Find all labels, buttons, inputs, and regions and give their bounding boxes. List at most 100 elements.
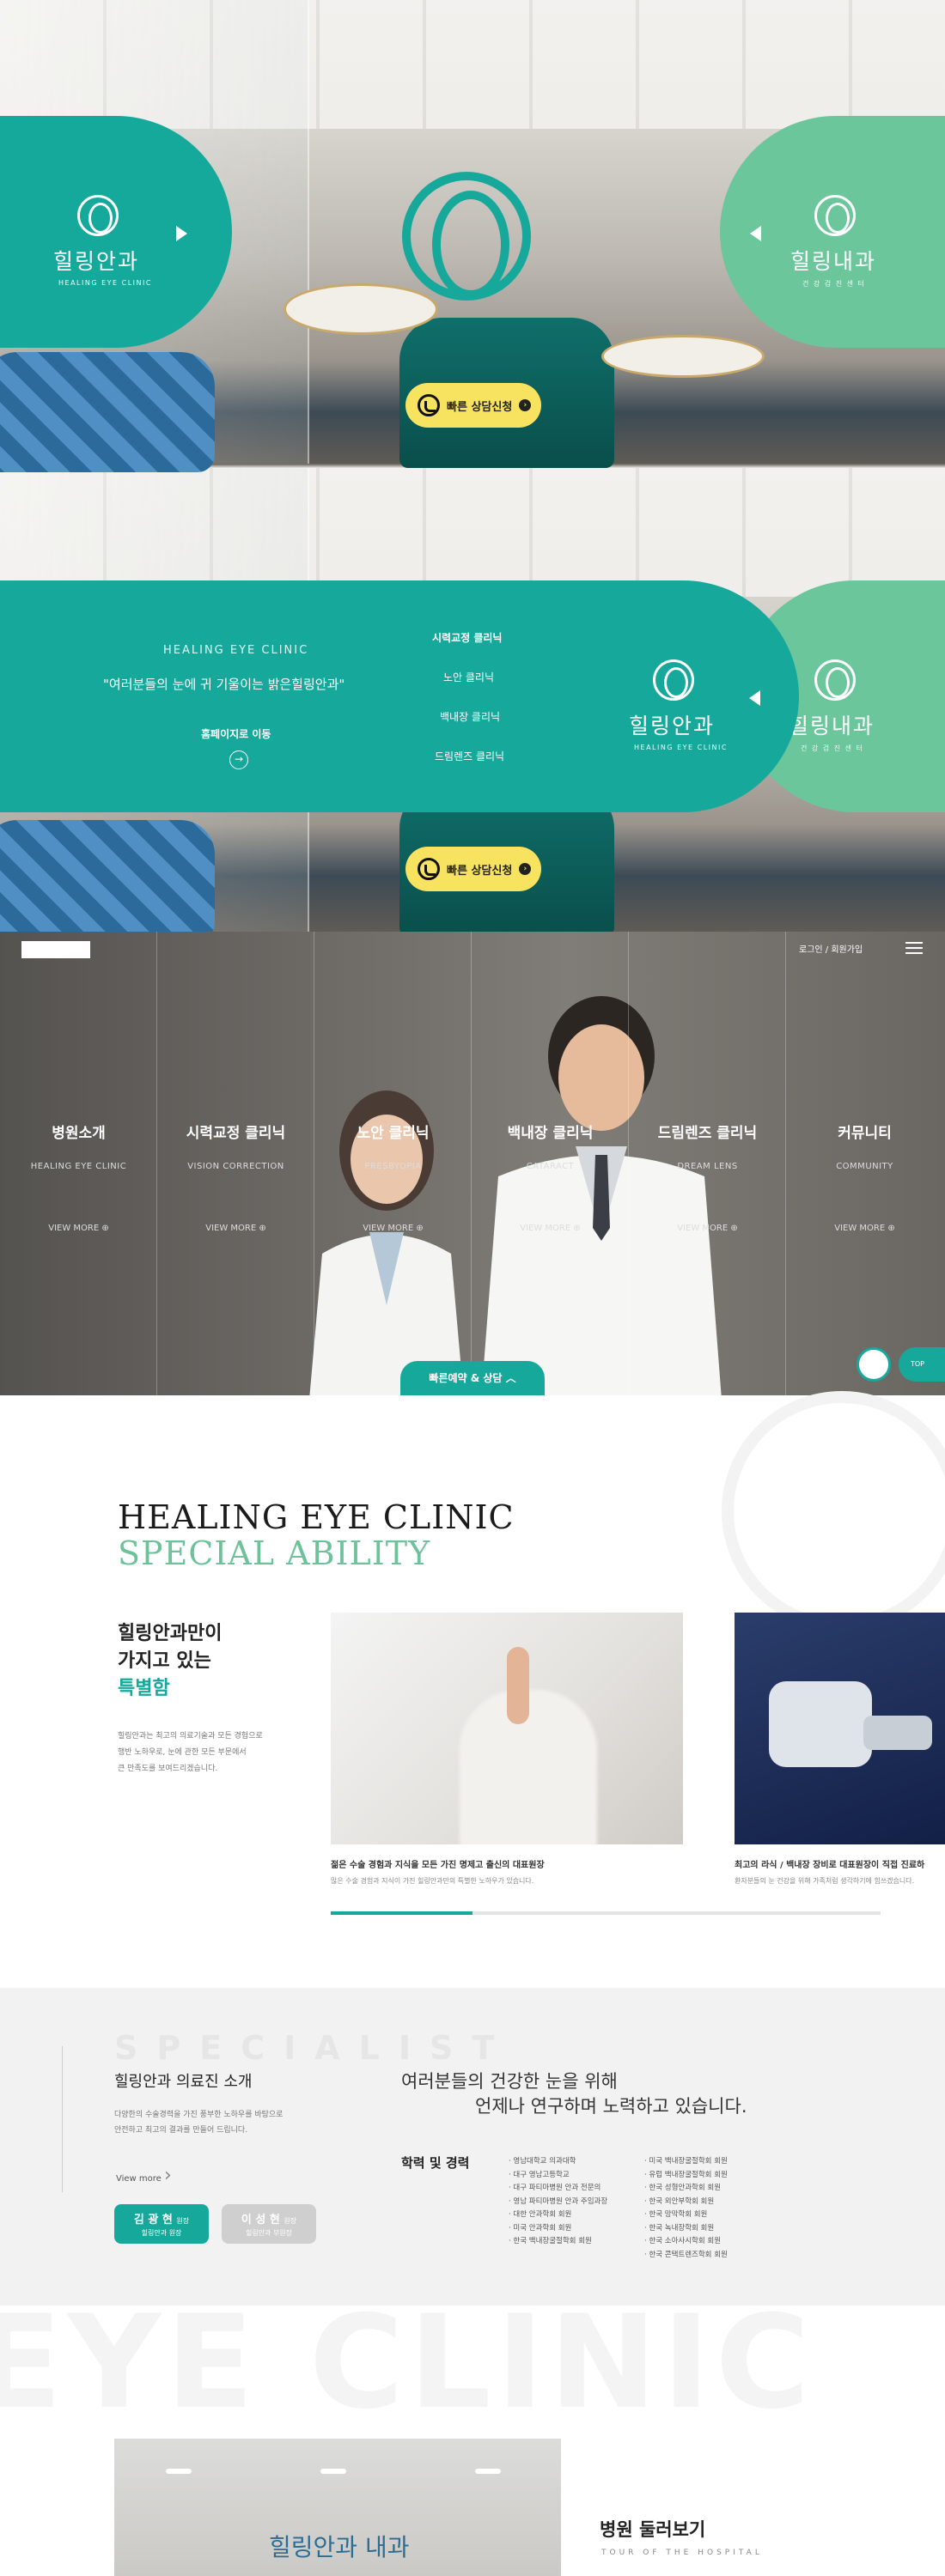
career-item: · 한국 백내장굴절학회 회원 xyxy=(509,2237,592,2245)
quick-consult-button[interactable]: 빠른 상담신청 › xyxy=(405,383,541,428)
clinic-column[interactable]: 드림렌즈 클리닉 DREAM LENS VIEW MORE ⊕ xyxy=(629,932,786,1395)
career-item: · 한국 녹내장학회 회원 xyxy=(644,2223,715,2233)
doctor-name: 이 성 현 xyxy=(241,2214,280,2227)
panel-logo-subtitle: HEALING EYE CLINIC xyxy=(634,744,728,751)
slider-progress-fill xyxy=(331,1911,472,1915)
career-item: · 영남대학교 의과대학 xyxy=(509,2157,576,2166)
panel-menu-item[interactable]: 노안 클리닉 xyxy=(443,670,494,684)
column-title: 드림렌즈 클리닉 xyxy=(657,1125,758,1142)
clinic-column[interactable]: 커뮤니티 COMMUNITY VIEW MORE ⊕ xyxy=(786,932,943,1395)
clinic-column[interactable]: 백내장 클리닉 CATARACT VIEW MORE ⊕ xyxy=(472,932,629,1395)
arrow-icon: › xyxy=(519,399,532,411)
tour-image[interactable]: 힐링안과 내과 xyxy=(114,2439,561,2576)
homepage-link[interactable]: 홈페이지로 이동 xyxy=(201,726,271,741)
special-heading-2: SPECIAL ABILITY xyxy=(118,1534,431,1572)
clinic-logo-icon xyxy=(77,195,119,236)
column-title: 시력교정 클리닉 xyxy=(186,1125,286,1142)
right-pill-title: 힐링내과 xyxy=(790,249,877,274)
tour-watermark: EYE CLINIC xyxy=(0,2306,815,2438)
chair-image xyxy=(0,352,215,472)
specialist-title: 힐링안과 의료진 소개 xyxy=(114,2073,253,2091)
special-heading-1: HEALING EYE CLINIC xyxy=(118,1498,515,1536)
career-item: · 한국 소아사시학회 회원 xyxy=(644,2237,722,2245)
view-more-label: VIEW MORE xyxy=(363,1224,414,1233)
doctor-tab-button[interactable]: 김 광 현 원장 힐링안과 원장 xyxy=(114,2204,209,2244)
column-subtitle: VISION CORRECTION xyxy=(187,1162,284,1171)
clinic-column[interactable]: 노안 클리닉 PRESBYOPIA VIEW MORE ⊕ xyxy=(314,932,472,1395)
hand-shape xyxy=(507,1647,529,1724)
career-item: · 대한 안과학회 회원 xyxy=(509,2210,572,2219)
view-more-label: VIEW MORE xyxy=(520,1224,571,1233)
view-more-label: View more xyxy=(116,2174,162,2184)
slider-progress-track[interactable] xyxy=(331,1911,881,1915)
doctor-role: 원장 xyxy=(176,2217,190,2225)
tour-sign: 힐링안과 내과 xyxy=(269,2533,410,2561)
phone-icon xyxy=(418,858,440,880)
column-subtitle: PRESBYOPIA xyxy=(364,1162,422,1171)
clinic-logo-icon xyxy=(814,195,856,236)
special-card-image[interactable] xyxy=(735,1613,945,1844)
right-clinic-pill[interactable]: 힐링내과 건 강 검 진 센 터 xyxy=(720,116,945,348)
right-pill-title: 힐링내과 xyxy=(789,714,875,738)
view-more-link[interactable]: VIEW MORE ⊕ xyxy=(314,1224,472,1233)
column-title: 커뮤니티 xyxy=(838,1125,892,1142)
special-description: 큰 만족도를 보여드리겠습니다. xyxy=(118,1765,218,1773)
view-more-link[interactable]: VIEW MORE ⊕ xyxy=(0,1224,157,1233)
doctor-subtitle: 힐링안과 부원장 xyxy=(245,2229,293,2237)
clinic-column[interactable]: 병원소개 HEALING EYE CLINIC VIEW MORE ⊕ xyxy=(0,932,157,1395)
quick-consult-button[interactable]: 빠른 상담신청 › xyxy=(405,847,541,891)
reservation-icon[interactable] xyxy=(857,1347,891,1382)
column-subtitle: COMMUNITY xyxy=(836,1162,893,1171)
hamburger-menu-icon[interactable] xyxy=(905,942,923,954)
expanded-clinic-panel: HEALING EYE CLINIC "여러분들의 눈에 귀 기울이는 밝은힐링… xyxy=(0,580,799,812)
specialist-headline: 여러분들의 건강한 눈을 위해 xyxy=(401,2071,618,2092)
career-list-left: · 영남대학교 의과대학 · 대구 영남고등학교 · 대구 파티마병원 안과 전… xyxy=(509,2155,637,2249)
phone-icon xyxy=(418,394,440,416)
hero-section: 힐링안과 HEALING EYE CLINIC 힐링내과 건 강 검 진 센 터… xyxy=(0,0,945,932)
view-more-link[interactable]: VIEW MORE ⊕ xyxy=(157,1224,314,1233)
arrow-right-icon[interactable] xyxy=(176,226,187,241)
specialist-headline: 언제나 연구하며 노력하고 있습니다. xyxy=(475,2096,747,2117)
panel-quote: "여러분들의 눈에 귀 기울이는 밝은힐링안과" xyxy=(103,677,345,692)
site-logo[interactable] xyxy=(21,941,90,958)
panel-menu-item[interactable]: 백내장 클리닉 xyxy=(440,709,500,724)
view-more-label: VIEW MORE xyxy=(48,1224,100,1233)
career-item: · 미국 백내장굴절학회 회원 xyxy=(644,2157,728,2166)
panel-menu-item[interactable]: 드림렌즈 클리닉 xyxy=(435,749,504,763)
arrow-left-icon[interactable] xyxy=(750,226,761,241)
top-button[interactable]: TOP xyxy=(899,1347,945,1382)
view-more-link[interactable]: VIEW MORE ⊕ xyxy=(786,1224,943,1233)
doctor-tab-button[interactable]: 이 성 현 원장 힐링안과 부원장 xyxy=(222,2204,316,2244)
career-item: · 한국 외안부학회 회원 xyxy=(644,2196,715,2206)
right-pill-subtitle: 건 강 검 진 센 터 xyxy=(802,280,866,288)
specialist-description: 안전하고 최고의 결과를 만들어 드립니다. xyxy=(114,2126,248,2135)
center-logo-icon xyxy=(402,172,531,301)
quick-reserve-label: 빠른예약 & 상담 xyxy=(429,1372,503,1384)
column-title: 백내장 클리닉 xyxy=(507,1125,594,1142)
column-subtitle: CATARACT xyxy=(526,1162,575,1171)
special-card-image[interactable] xyxy=(331,1613,683,1844)
arrow-circle-icon[interactable]: → xyxy=(229,750,248,769)
panel-brand: HEALING EYE CLINIC xyxy=(163,644,309,657)
career-item: · 대구 영남고등학교 xyxy=(509,2170,570,2179)
view-more-link[interactable]: VIEW MORE ⊕ xyxy=(629,1224,786,1233)
login-link[interactable]: 로그인 / 회원가입 xyxy=(799,942,863,955)
view-more-link[interactable]: VIEW MORE ⊕ xyxy=(472,1224,629,1233)
column-title: 병원소개 xyxy=(52,1125,106,1142)
right-pill-subtitle: 건 강 검 진 센 터 xyxy=(801,744,864,752)
arrow-icon: › xyxy=(519,863,532,875)
table-image xyxy=(284,283,438,335)
career-item: · 미국 안과학회 회원 xyxy=(509,2223,572,2233)
consult-label: 빠른 상담신청 xyxy=(447,400,513,414)
card-subcaption: 많은 수술 경험과 지식이 가진 힐링안과만의 특별한 노하우가 있습니다. xyxy=(331,1877,534,1885)
doctor-name: 김 광 현 xyxy=(133,2214,173,2227)
clinic-column[interactable]: 시력교정 클리닉 VISION CORRECTION VIEW MORE ⊕ xyxy=(157,932,314,1395)
quick-reserve-tab[interactable]: 빠른예약 & 상담 ︿ xyxy=(400,1361,545,1395)
table-image xyxy=(601,335,765,378)
left-pill-subtitle: HEALING EYE CLINIC xyxy=(58,279,152,287)
special-title-line: 힐링안과만이 xyxy=(118,1623,223,1644)
left-clinic-pill[interactable]: 힐링안과 HEALING EYE CLINIC xyxy=(0,116,232,348)
arrow-left-icon[interactable] xyxy=(749,690,760,706)
panel-menu-item[interactable]: 시력교정 클리닉 xyxy=(432,630,502,645)
view-more-link[interactable]: View more › xyxy=(116,2165,172,2186)
